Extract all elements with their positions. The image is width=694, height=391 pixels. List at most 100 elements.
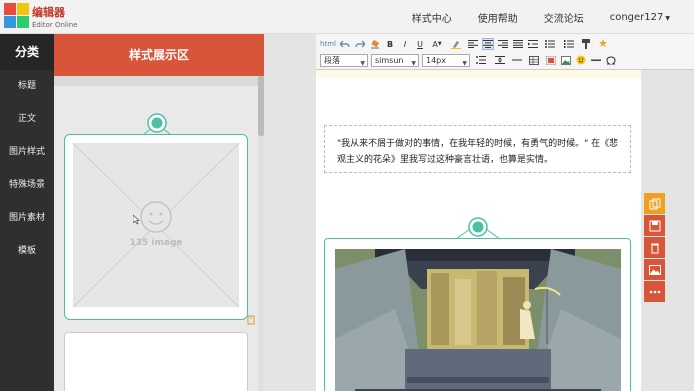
italic-label: I	[403, 39, 407, 49]
caret-icon: ▼	[437, 41, 442, 47]
style-panel: 样式展示区 135 image	[54, 34, 264, 391]
sidebar-item-template[interactable]: 模板	[0, 235, 54, 268]
image-tool-button[interactable]	[644, 259, 665, 280]
html-source-label: html	[320, 40, 336, 48]
chevron-down-icon: ▼	[360, 59, 365, 67]
bg-color-button[interactable]	[545, 54, 557, 66]
toolbar-row-1: html B I U A ▼	[320, 36, 614, 52]
align-left-icon	[468, 40, 478, 48]
logo-icon[interactable]	[4, 3, 30, 29]
sidebar-title: 分类	[0, 34, 54, 70]
font-family-select[interactable]: simsun ▼	[371, 53, 419, 67]
sidebar-item-body[interactable]: 正文	[0, 103, 54, 136]
redo-icon	[355, 40, 365, 48]
editor-toolbar: html B I U A ▼ 段落 ▼ simsun ▼ 14px ▼	[316, 34, 694, 70]
undo-button[interactable]	[339, 38, 351, 50]
justify-button[interactable]	[512, 38, 524, 50]
sidebar-item-special-scene[interactable]: 特殊场景	[0, 169, 54, 202]
special-char-button[interactable]	[605, 54, 617, 66]
style-card-image[interactable]: 135 image	[64, 113, 248, 320]
chevron-down-icon: ▼	[411, 59, 416, 67]
top-nav: 样式中心 使用帮助 交流论坛 conger127 ▼	[412, 0, 694, 34]
clip-icon[interactable]	[247, 315, 255, 325]
bg-color-icon	[546, 55, 556, 65]
save-icon	[649, 220, 660, 231]
trash-icon	[650, 243, 659, 253]
city-illustration	[335, 249, 621, 391]
underline-button[interactable]: U	[414, 38, 426, 50]
font-color-button[interactable]: A ▼	[429, 38, 445, 50]
numbered-list-icon	[564, 40, 574, 48]
editor-top-strip	[316, 70, 641, 78]
align-center-icon	[483, 40, 493, 48]
bold-button[interactable]: B	[384, 38, 396, 50]
paragraph-select[interactable]: 段落 ▼	[320, 53, 368, 67]
highlight-button[interactable]	[448, 38, 464, 50]
save-button[interactable]	[644, 215, 665, 236]
delete-button[interactable]	[644, 237, 665, 258]
brand-name: 编辑器	[32, 6, 65, 19]
eraser-icon	[371, 39, 380, 48]
highlight-icon	[451, 40, 461, 49]
undo-icon	[340, 40, 350, 48]
divider-button[interactable]	[590, 54, 602, 66]
html-source-button[interactable]: html	[320, 38, 336, 50]
magic-button[interactable]	[595, 38, 611, 50]
line-height-icon	[476, 56, 486, 64]
redo-button[interactable]	[354, 38, 366, 50]
align-left-button[interactable]	[467, 38, 479, 50]
line-height-button[interactable]	[473, 54, 489, 66]
align-right-icon	[498, 40, 508, 48]
nav-forum[interactable]: 交流论坛	[544, 10, 584, 25]
style-panel-title: 样式展示区	[54, 34, 264, 76]
editor-canvas[interactable]: "我从来不屑于做对的事情，在我年轻的时候，有勇气的时候。" 在《悲观主义的花朵》…	[316, 70, 641, 391]
quote-text: "我从来不屑于做对的事情，在我年轻的时候，有勇气的时候。" 在《悲观主义的花朵》…	[337, 139, 619, 165]
table-icon	[529, 55, 539, 65]
numbered-list-button[interactable]	[561, 38, 577, 50]
eraser-button[interactable]	[369, 38, 381, 50]
sidebar-item-image-material[interactable]: 图片素材	[0, 202, 54, 235]
image-block[interactable]	[324, 217, 631, 391]
sidebar-item-image-style[interactable]: 图片样式	[0, 136, 54, 169]
spacing-icon	[495, 56, 505, 64]
justify-icon	[513, 40, 523, 48]
nav-style-center[interactable]: 样式中心	[412, 10, 452, 25]
category-sidebar: 分类 标题 正文 图片样式 特殊场景 图片素材 模板	[0, 34, 54, 391]
horizontal-rule-button[interactable]	[511, 54, 523, 66]
format-painter-button[interactable]	[580, 38, 592, 50]
indent-button[interactable]	[527, 38, 539, 50]
emoji-button[interactable]	[575, 54, 587, 66]
font-size-select[interactable]: 14px ▼	[422, 53, 470, 67]
quote-block[interactable]: "我从来不屑于做对的事情，在我年轻的时候，有勇气的时候。" 在《悲观主义的花朵》…	[324, 125, 631, 173]
divider-icon	[591, 59, 601, 61]
chevron-down-icon: ▼	[665, 14, 670, 22]
user-menu[interactable]: conger127 ▼	[610, 12, 670, 23]
nav-help[interactable]: 使用帮助	[478, 10, 518, 25]
city-illustration-image[interactable]	[335, 249, 621, 391]
align-center-button[interactable]	[482, 38, 494, 50]
indent-icon	[528, 40, 538, 48]
copy-button[interactable]	[644, 193, 665, 214]
panel-divider	[54, 76, 258, 86]
toolbar-row-2: 段落 ▼ simsun ▼ 14px ▼	[320, 52, 620, 68]
font-size-value: 14px	[426, 55, 446, 65]
table-button[interactable]	[526, 54, 542, 66]
align-right-button[interactable]	[497, 38, 509, 50]
image-button[interactable]	[560, 54, 572, 66]
pin-icon	[456, 217, 500, 240]
bullet-list-button[interactable]	[542, 38, 558, 50]
more-icon	[649, 290, 660, 293]
italic-button[interactable]: I	[399, 38, 411, 50]
style-card-next[interactable]	[64, 332, 248, 391]
underline-label: U	[417, 39, 423, 49]
brand: 编辑器 Editor Online	[32, 4, 78, 29]
bold-label: B	[386, 39, 394, 49]
more-button[interactable]	[644, 281, 665, 302]
magic-icon	[599, 39, 607, 47]
image-placeholder-label: 135 image	[129, 238, 183, 248]
sidebar-item-title[interactable]: 标题	[0, 70, 54, 103]
right-action-bar	[641, 70, 694, 391]
copy-icon	[649, 198, 660, 209]
spacing-button[interactable]	[492, 54, 508, 66]
gutter	[264, 34, 316, 391]
